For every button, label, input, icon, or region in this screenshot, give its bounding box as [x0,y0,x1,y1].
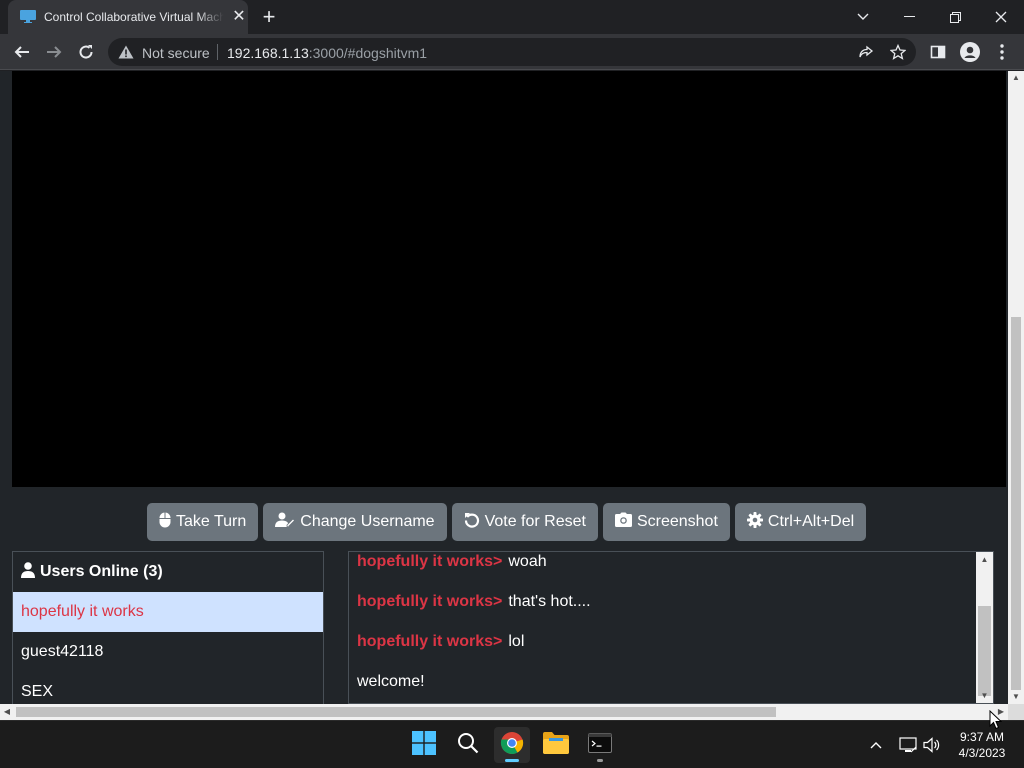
chat-scrollbar[interactable]: ▲ ▼ [976,552,993,703]
change-username-button[interactable]: Change Username [263,503,447,541]
mouse-cursor-icon [989,709,1003,735]
terminal-icon [588,732,612,758]
scroll-corner [1008,704,1024,720]
chat-message: hopefully it works> that's hot.... [357,582,977,622]
user-list-item[interactable]: hopefully it works [13,592,323,632]
browser-tab-strip: Control Collaborative Virtual Machine! ✕… [0,0,1024,34]
chat-text: welcome! [357,673,425,690]
gear-icon [746,511,763,533]
user-list-item[interactable]: guest42118 [13,632,323,672]
page-vertical-scrollbar[interactable]: ▲ ▼ [1008,71,1024,704]
page-viewport: Take Turn Change Username Vote for Reset… [0,71,1008,704]
close-window-button[interactable] [978,0,1024,34]
chat-username: hopefully it works> [357,633,503,650]
search-button[interactable] [450,727,486,763]
taskbar-clock[interactable]: 9:37 AM 4/3/2023 [944,729,1020,761]
back-button[interactable] [8,38,36,66]
windows-logo-icon [412,730,436,760]
chrome-icon [500,731,524,760]
bookmark-star-icon[interactable] [888,42,908,62]
screenshot-button[interactable]: Screenshot [602,503,730,541]
vote-reset-label: Vote for Reset [484,513,586,530]
minimize-button[interactable] [886,0,932,34]
page-horizontal-scrollbar[interactable]: ◀ ▶ [0,704,1008,720]
users-online-panel: Users Online (3) hopefully it works gues… [12,551,324,704]
chrome-taskbar-button[interactable] [494,727,530,763]
ctrl-alt-del-button[interactable]: Ctrl+Alt+Del [734,503,867,541]
scroll-down-arrow-icon[interactable]: ▼ [1008,690,1024,704]
network-icon[interactable] [898,735,918,755]
new-tab-button[interactable]: + [258,6,280,28]
url-path: :3000/#dogshitvm1 [308,45,428,61]
vm-display[interactable] [12,71,1006,487]
menu-kebab-icon[interactable] [988,38,1016,66]
camera-icon [614,512,632,532]
scroll-left-arrow-icon[interactable]: ◀ [0,704,14,720]
share-icon[interactable] [856,42,876,62]
url-host: 192.168.1.13 [227,45,309,61]
active-app-indicator [505,759,519,762]
mouse-icon [159,512,171,533]
change-username-label: Change Username [300,513,435,530]
take-turn-label: Take Turn [176,513,247,530]
start-button[interactable] [406,727,442,763]
address-bar[interactable]: Not secure 192.168.1.13:3000/#dogshitvm1 [108,38,916,66]
omnibox-divider [217,44,218,60]
forward-button[interactable] [40,38,68,66]
chat-message: welcome! [357,662,977,702]
users-header: Users Online (3) [13,552,323,592]
browser-toolbar: Not secure 192.168.1.13:3000/#dogshitvm1 [0,34,1024,70]
file-explorer-button[interactable] [538,727,574,763]
take-turn-button[interactable]: Take Turn [147,503,259,541]
chat-message: hopefully it works> lol [357,622,977,662]
chat-scroll-thumb[interactable] [978,606,991,696]
vm-button-bar: Take Turn Change Username Vote for Reset… [147,503,867,541]
chat-username: hopefully it works> [357,593,503,610]
chat-message: hopefully it works> woah [357,552,977,582]
chat-messages: hopefully it works> woah hopefully it wor… [357,552,977,702]
chat-panel: hopefully it works> woah hopefully it wor… [348,551,994,704]
url-text[interactable]: 192.168.1.13:3000/#dogshitvm1 [227,45,427,61]
user-list-item[interactable]: SEX [13,672,323,704]
clock-date: 4/3/2023 [958,746,1006,760]
running-app-indicator [597,759,603,762]
volume-icon[interactable] [922,735,942,755]
vertical-scroll-thumb[interactable] [1011,317,1021,690]
restore-button[interactable] [932,0,978,34]
warning-icon[interactable] [118,45,134,64]
user-icon [21,561,35,583]
scroll-up-arrow-icon[interactable]: ▲ [976,552,993,567]
users-header-label: Users Online (3) [40,563,163,580]
chat-text: woah [508,553,547,570]
search-icon [457,732,479,759]
chat-username: hopefully it works> [357,553,503,570]
browser-tab[interactable]: Control Collaborative Virtual Machine! ✕ [8,0,248,34]
clock-time: 9:37 AM [959,730,1005,744]
monitor-icon [20,10,36,23]
vote-reset-button[interactable]: Vote for Reset [451,503,598,541]
profile-avatar[interactable] [956,38,984,66]
user-edit-icon [275,512,296,533]
ctrl-alt-del-label: Ctrl+Alt+Del [767,513,855,530]
folder-icon [543,731,569,759]
tab-title: Control Collaborative Virtual Machine! [44,10,224,24]
reset-icon [464,512,480,533]
tab-close-icon[interactable]: ✕ [230,8,248,26]
tray-overflow-chevron-icon[interactable] [866,735,886,755]
tab-search-button[interactable] [840,0,886,34]
windows-taskbar: 9:37 AM 4/3/2023 [0,720,1024,768]
side-panel-button[interactable] [924,38,952,66]
chat-text: that's hot.... [508,593,591,610]
scroll-up-arrow-icon[interactable]: ▲ [1008,71,1024,85]
horizontal-scroll-thumb[interactable] [16,707,776,717]
scroll-down-arrow-icon[interactable]: ▼ [976,688,993,703]
security-label[interactable]: Not secure [142,45,210,61]
screenshot-label: Screenshot [636,513,718,530]
chat-text: lol [508,633,525,650]
terminal-taskbar-button[interactable] [582,727,618,763]
reload-button[interactable] [72,38,100,66]
